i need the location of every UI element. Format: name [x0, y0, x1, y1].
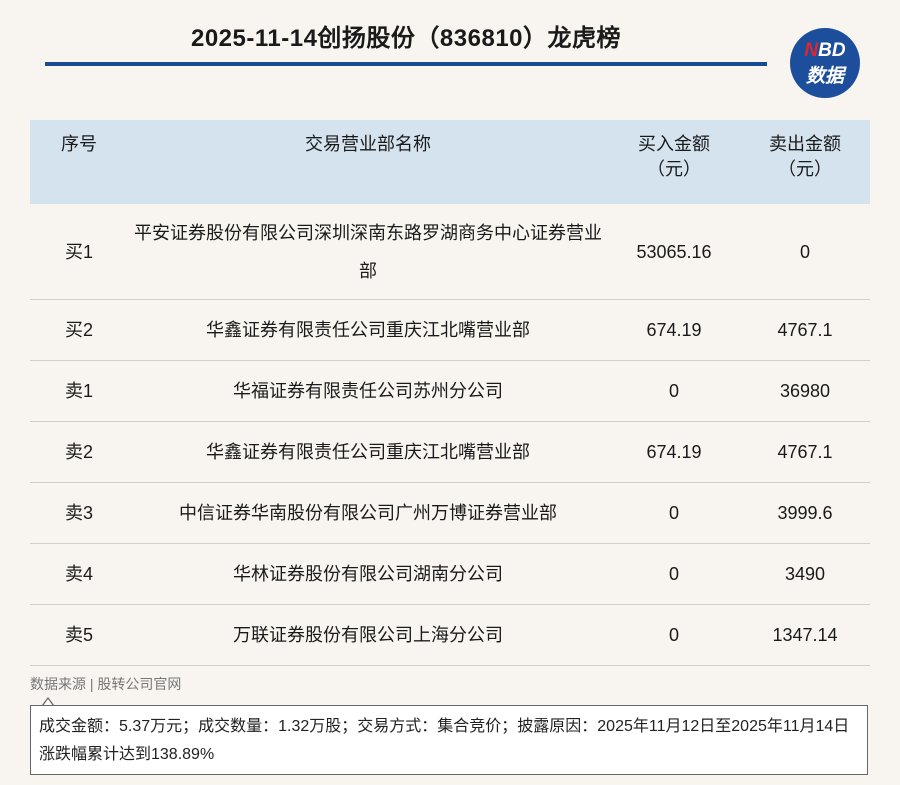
row-buy: 0: [608, 360, 740, 422]
logo-text-line1: NBD: [804, 40, 846, 61]
row-sell: 0: [740, 204, 870, 300]
note-pointer: [42, 697, 54, 706]
row-buy: 0: [608, 482, 740, 544]
row-no: 卖4: [30, 543, 128, 605]
row-name: 华鑫证券有限责任公司重庆江北嘴营业部: [128, 299, 608, 361]
table-header-row: 序号 交易营业部名称 买入金额 （元） 卖出金额 （元）: [30, 120, 870, 204]
table-row: 买2 华鑫证券有限责任公司重庆江北嘴营业部 674.19 4767.1: [30, 299, 870, 361]
row-buy: 674.19: [608, 421, 740, 483]
header-name: 交易营业部名称: [128, 120, 608, 204]
row-sell: 4767.1: [740, 299, 870, 361]
header-no: 序号: [30, 120, 128, 204]
row-sell: 1347.14: [740, 604, 870, 666]
row-no: 卖5: [30, 604, 128, 666]
table-row: 卖1 华福证券有限责任公司苏州分公司 0 36980: [30, 360, 870, 422]
row-sell: 3999.6: [740, 482, 870, 544]
table-row: 卖3 中信证券华南股份有限公司广州万博证券营业部 0 3999.6: [30, 482, 870, 544]
table-row: 卖4 华林证券股份有限公司湖南分公司 0 3490: [30, 543, 870, 605]
row-sell: 3490: [740, 543, 870, 605]
data-source: 数据来源 | 股转公司官网: [30, 676, 182, 692]
row-name: 平安证券股份有限公司深圳深南东路罗湖商务中心证券营业部: [128, 204, 608, 300]
title-underline: [45, 62, 767, 66]
table-row: 买1 平安证券股份有限公司深圳深南东路罗湖商务中心证券营业部 53065.16 …: [30, 204, 870, 300]
row-no: 卖3: [30, 482, 128, 544]
dragon-tiger-table: 序号 交易营业部名称 买入金额 （元） 卖出金额 （元） 买1 平安证券股份有限公司…: [30, 120, 870, 666]
page-title: 2025-11-14创扬股份（836810）龙虎榜: [190, 25, 622, 52]
table-row: 卖5 万联证券股份有限公司上海分公司 0 1347.14: [30, 604, 870, 666]
row-name: 华福证券有限责任公司苏州分公司: [128, 360, 608, 422]
row-buy: 53065.16: [608, 204, 740, 300]
row-buy: 0: [608, 543, 740, 605]
row-name: 华鑫证券有限责任公司重庆江北嘴营业部: [128, 421, 608, 483]
nbd-logo: NBD 数据: [790, 28, 860, 98]
row-buy: 0: [608, 604, 740, 666]
trade-summary-note: 成交金额：5.37万元；成交数量：1.32万股；交易方式：集合竞价；披露原因：2…: [30, 705, 868, 775]
row-name: 万联证券股份有限公司上海分公司: [128, 604, 608, 666]
header-buy: 买入金额 （元）: [608, 120, 740, 204]
row-no: 卖1: [30, 360, 128, 422]
row-sell: 4767.1: [740, 421, 870, 483]
table-row: 卖2 华鑫证券有限责任公司重庆江北嘴营业部 674.19 4767.1: [30, 421, 870, 483]
row-buy: 674.19: [608, 299, 740, 361]
row-sell: 36980: [740, 360, 870, 422]
row-name: 华林证券股份有限公司湖南分公司: [128, 543, 608, 605]
row-no: 买2: [30, 299, 128, 361]
row-no: 买1: [30, 204, 128, 300]
row-no: 卖2: [30, 421, 128, 483]
row-name: 中信证券华南股份有限公司广州万博证券营业部: [128, 482, 608, 544]
header-sell: 卖出金额 （元）: [740, 120, 870, 204]
logo-text-line2: 数据: [805, 66, 844, 87]
